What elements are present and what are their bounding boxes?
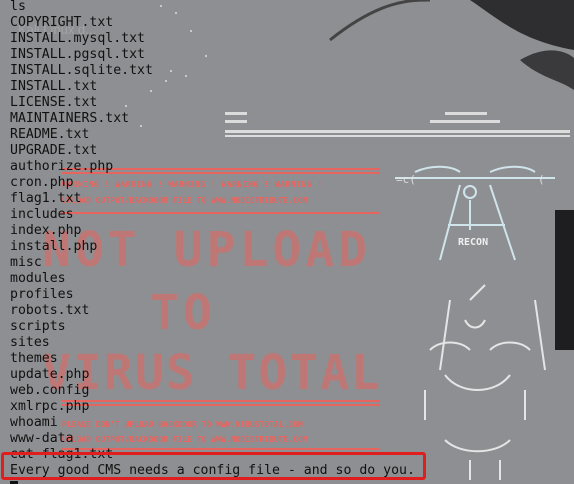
- terminal-line: README.txt: [10, 127, 90, 142]
- terminal-line: UPGRADE.txt: [10, 143, 98, 158]
- terminal-line: MAINTAINERS.txt: [10, 111, 130, 126]
- terminal-line: INSTALL.sqlite.txt: [10, 63, 153, 78]
- terminal-line: cron.php: [10, 175, 74, 190]
- highlight-box: [1, 452, 426, 480]
- terminal-line: themes: [10, 351, 58, 366]
- terminal-line: LICENSE.txt: [10, 95, 98, 110]
- terminal-line: scripts: [10, 319, 66, 334]
- terminal-line: authorize.php: [10, 159, 114, 174]
- terminal-line: xmlrpc.php: [10, 399, 90, 414]
- terminal-line: robots.txt: [10, 303, 90, 318]
- svg-text:(: (: [538, 173, 545, 186]
- terminal-line: update.php: [10, 367, 90, 382]
- terminal-line: index.php: [10, 223, 82, 238]
- terminal-line: misc: [10, 255, 42, 270]
- terminal-output[interactable]: ls COPYRIGHT.txt INSTALL.mysql.txt INSTALL.…: [10, 0, 415, 479]
- terminal-line: flag1.txt: [10, 191, 82, 206]
- terminal-line: COPYRIGHT.txt: [10, 15, 114, 30]
- terminal-line: sites: [10, 335, 50, 350]
- terminal-command-line: ls: [10, 0, 26, 14]
- terminal-line: web.config: [10, 383, 90, 398]
- terminal-line: INSTALL.txt: [10, 79, 98, 94]
- terminal-line: modules: [10, 271, 66, 286]
- terminal-line: INSTALL.pgsql.txt: [10, 47, 145, 62]
- wallpaper-recon-label: RECON: [458, 237, 489, 248]
- terminal-line: includes: [10, 207, 74, 222]
- terminal-line: install.php: [10, 239, 98, 254]
- terminal-line: whoami: [10, 415, 58, 430]
- terminal-line: INSTALL.mysql.txt: [10, 31, 145, 46]
- terminal-line: www-data: [10, 431, 74, 446]
- terminal-line: profiles: [10, 287, 74, 302]
